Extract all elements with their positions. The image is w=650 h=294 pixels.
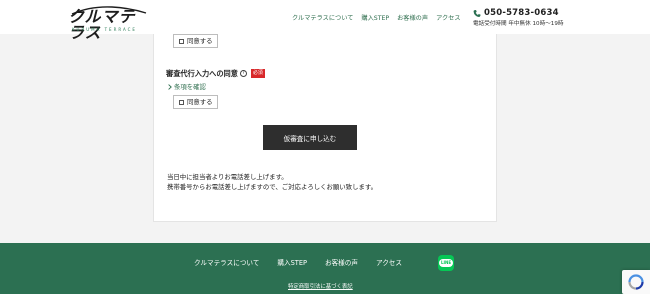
field-label-text: 審査代行入力への同意 xyxy=(166,69,238,78)
phone-number: 050-5783-0634 xyxy=(484,8,559,18)
phone-icon xyxy=(473,9,481,17)
footer-nav-about[interactable]: クルマテラスについて xyxy=(194,259,259,267)
terms-link-label: 条項を確認 xyxy=(174,83,206,91)
checkbox-box[interactable] xyxy=(179,99,184,105)
contact-notice: 当日中に担当者よりお電話差し上げます。 携帯番号からお電話差し上げますので、ご対… xyxy=(167,173,377,192)
nav-testimonials[interactable]: お客様の声 xyxy=(397,15,428,23)
consent-checkbox-2[interactable]: 同意する xyxy=(173,95,218,109)
notice-line-2: 携帯番号からお電話差し上げますので、ご対応よろしくお願い致します。 xyxy=(167,182,377,191)
logo-text: クルマテラス xyxy=(68,7,136,42)
terms-link[interactable]: 条項を確認 xyxy=(168,83,206,91)
phone-row[interactable]: 050-5783-0634 xyxy=(473,8,564,18)
agency-consent-label: 審査代行入力への同意 ? 必須 xyxy=(166,69,265,78)
footer-nav-testimonials[interactable]: お客様の声 xyxy=(325,259,358,267)
submit-button[interactable]: 仮審査に申し込む xyxy=(263,125,357,150)
footer-nav-purchase-step[interactable]: 購入STEP xyxy=(277,259,307,267)
checkbox-label: 同意する xyxy=(187,37,213,45)
site-logo[interactable]: クルマテラス KURUMA TERRACE xyxy=(68,6,148,41)
header-contact: 050-5783-0634 電話受付時間 年中無休 10時〜19時 xyxy=(473,8,564,28)
help-icon[interactable]: ? xyxy=(239,70,247,77)
notice-line-1: 当日中に担当者よりお電話差し上げます。 xyxy=(167,173,288,181)
site-header: クルマテラス KURUMA TERRACE クルマテラスについて 購入STEP … xyxy=(0,0,650,41)
nav-purchase-step[interactable]: 購入STEP xyxy=(361,15,389,23)
footer-nav: クルマテラスについて 購入STEP お客様の声 アクセス xyxy=(194,259,402,267)
header-nav: クルマテラスについて 購入STEP お客様の声 アクセス xyxy=(292,15,461,23)
required-badge: 必須 xyxy=(250,69,265,78)
legal-notice-link[interactable]: 特定商取引法に基づく表記 xyxy=(288,284,353,291)
recaptcha-badge[interactable] xyxy=(622,270,650,294)
line-icon[interactable]: LINE xyxy=(438,255,454,271)
logo-subtitle: KURUMA TERRACE xyxy=(72,27,137,32)
footer-nav-access[interactable]: アクセス xyxy=(376,259,402,267)
business-hours: 電話受付時間 年中無休 10時〜19時 xyxy=(473,21,564,27)
line-icon-label: LINE xyxy=(438,259,454,267)
chevron-right-icon xyxy=(168,84,172,90)
consent-checkbox-1[interactable]: 同意する xyxy=(173,34,218,48)
nav-about[interactable]: クルマテラスについて xyxy=(292,15,353,23)
recaptcha-icon xyxy=(628,274,644,290)
checkbox-label: 同意する xyxy=(187,98,213,106)
checkbox-box[interactable] xyxy=(179,38,184,44)
nav-access[interactable]: アクセス xyxy=(436,15,460,23)
